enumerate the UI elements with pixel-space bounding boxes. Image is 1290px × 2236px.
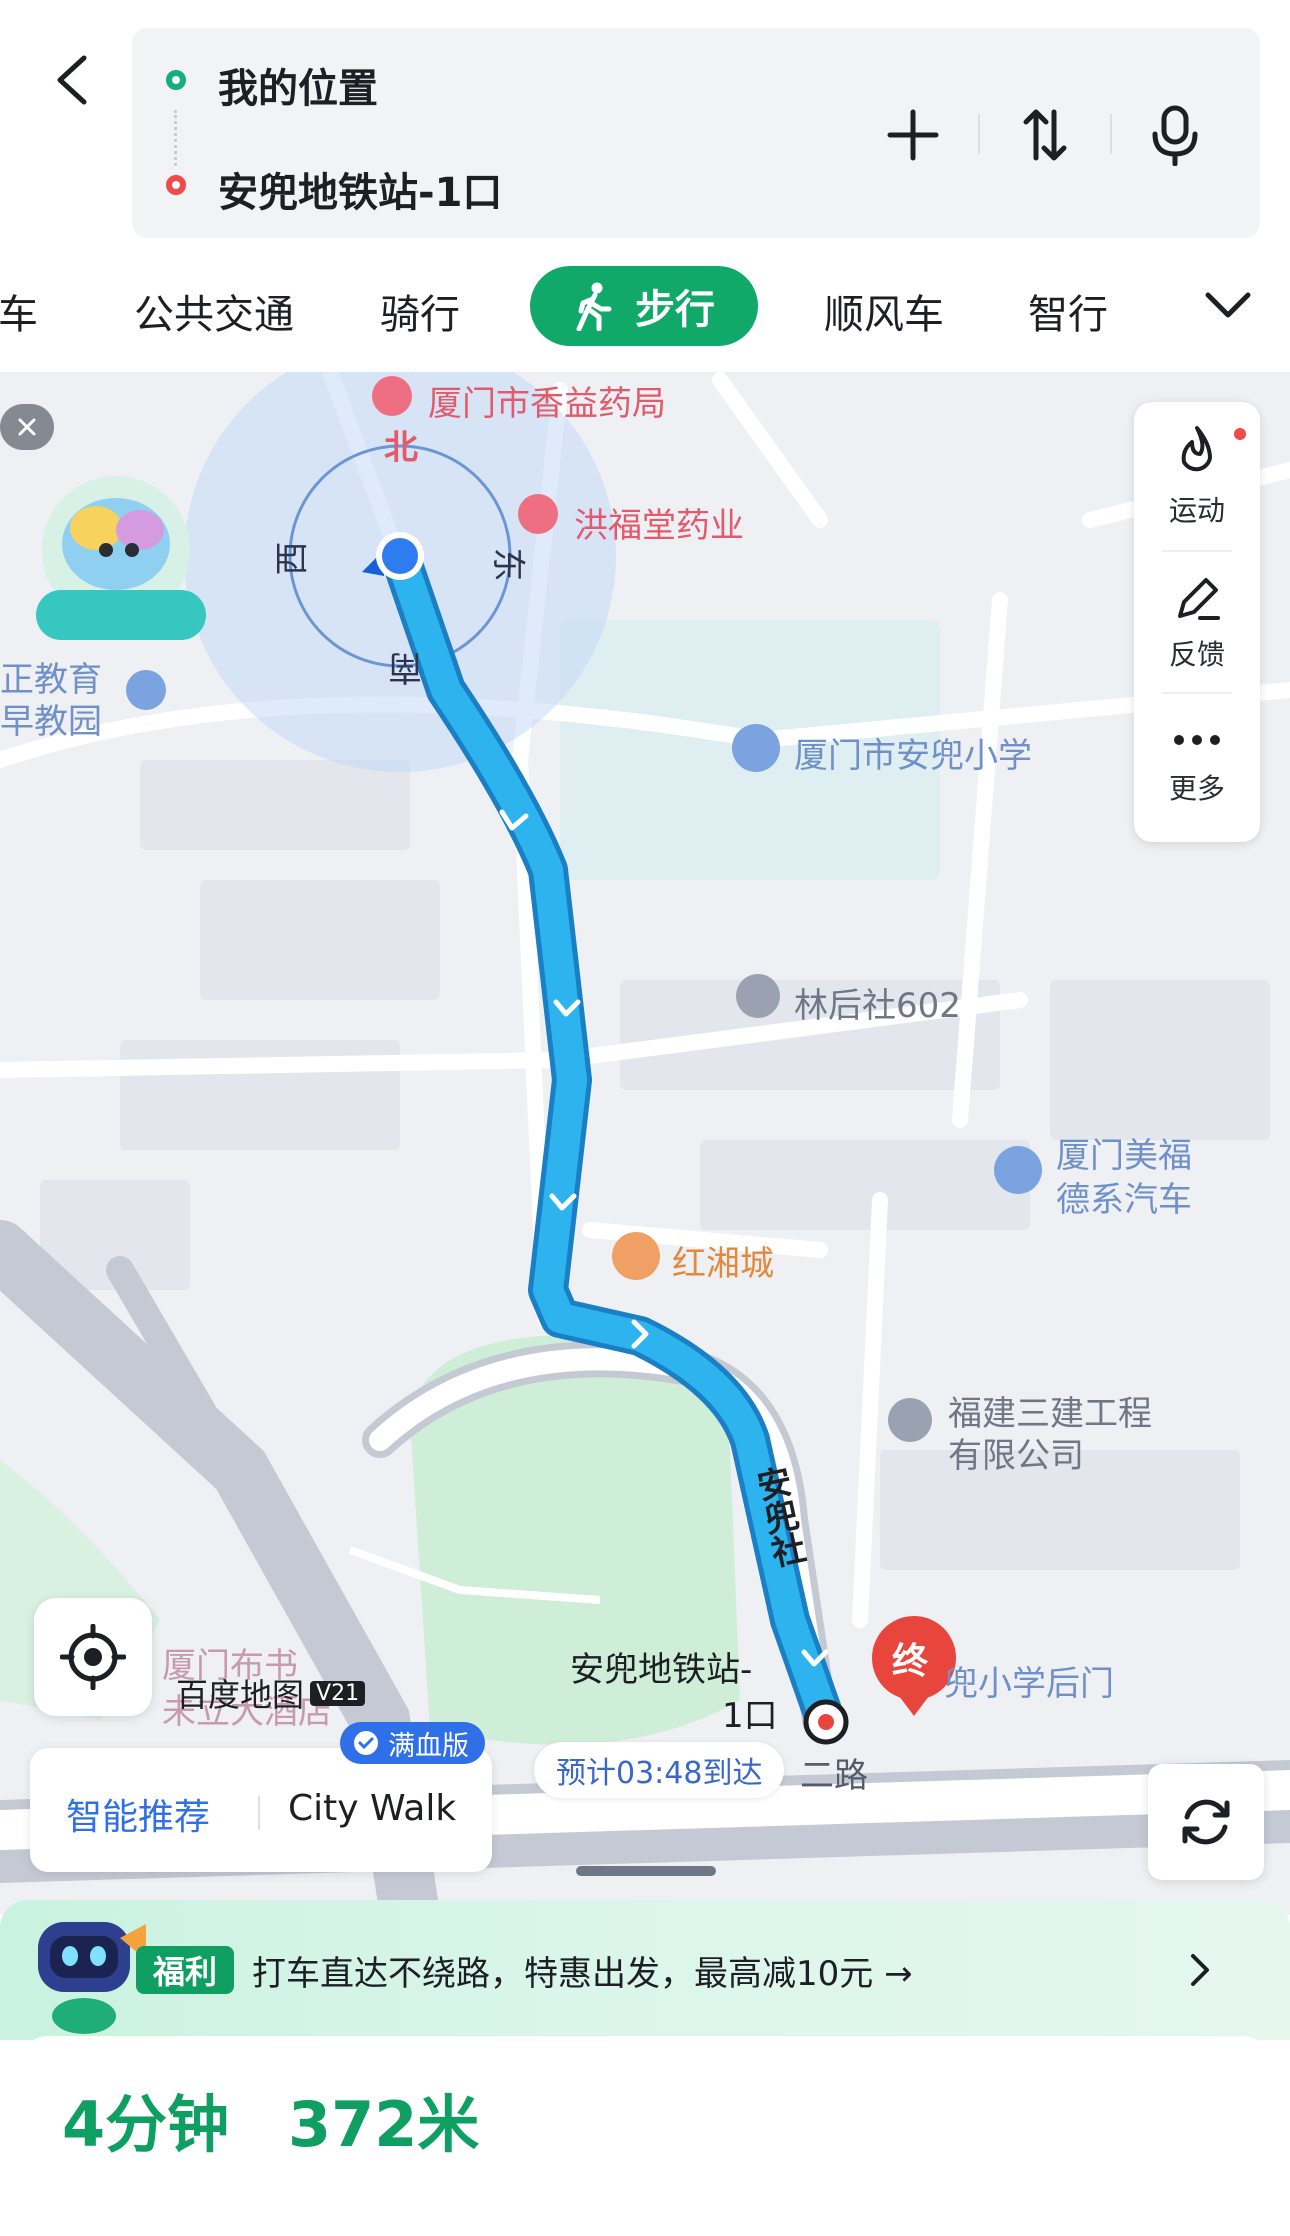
microphone-icon[interactable] bbox=[1140, 100, 1210, 170]
side-toolbar: 运动 反馈 更多 bbox=[1134, 402, 1260, 842]
poi-restaurant[interactable]: 红湘城 bbox=[672, 1236, 774, 1285]
badge-label: 满血版 bbox=[388, 1730, 469, 1762]
road-label: 二路 bbox=[800, 1756, 868, 1796]
poi-pharmacy[interactable]: 洪福堂药业 bbox=[574, 498, 744, 547]
watermark-version: V21 bbox=[310, 1680, 366, 1706]
edit-icon bbox=[1178, 578, 1220, 620]
more-button[interactable]: 更多 bbox=[1134, 720, 1260, 807]
more-label: 更多 bbox=[1168, 772, 1225, 805]
mascot-avatar[interactable] bbox=[36, 466, 206, 642]
walk-time: 4分钟 bbox=[62, 2088, 230, 2161]
poi-car-dealer[interactable]: 德系汽车 bbox=[1056, 1172, 1192, 1221]
destination-field[interactable]: 安兜地铁站-1口 bbox=[218, 160, 502, 218]
chevron-down-icon[interactable] bbox=[1204, 290, 1252, 324]
divider bbox=[258, 1796, 260, 1830]
watermark-text: 百度地图 bbox=[176, 1676, 305, 1714]
map-watermark: 百度地图 V21 bbox=[176, 1670, 366, 1716]
tab-smart[interactable]: 智行 bbox=[1028, 282, 1108, 340]
poi-school[interactable]: 厦门市安兜小学 bbox=[794, 728, 1032, 777]
more-icon bbox=[1174, 735, 1220, 745]
compass-east: 东 bbox=[487, 547, 528, 582]
swap-icon[interactable] bbox=[1010, 100, 1080, 170]
sport-label: 运动 bbox=[1168, 494, 1225, 527]
poi-back-gate[interactable]: 兜小学后门 bbox=[944, 1656, 1114, 1705]
locate-icon bbox=[60, 1624, 126, 1690]
tab-walk[interactable]: 步行 bbox=[530, 266, 758, 346]
plus-icon[interactable] bbox=[878, 100, 948, 170]
origin-field[interactable]: 我的位置 bbox=[218, 56, 378, 114]
drag-handle[interactable] bbox=[576, 1866, 716, 1876]
compass-north: 北 bbox=[384, 428, 418, 468]
robot-icon bbox=[28, 1908, 148, 2036]
feedback-label: 反馈 bbox=[1168, 638, 1225, 671]
eta-label: 预计03:48到达 bbox=[534, 1742, 785, 1798]
chevron-right-icon[interactable] bbox=[1188, 1952, 1212, 1992]
smart-recommend-option[interactable]: 智能推荐 bbox=[66, 1788, 210, 1840]
close-icon[interactable] bbox=[0, 404, 54, 450]
promo-text[interactable]: 打车直达不绕路，特惠出发，最高减10元 → bbox=[252, 1946, 913, 1995]
flame-icon bbox=[1181, 426, 1212, 472]
refresh-icon bbox=[1182, 1799, 1230, 1845]
tab-drive[interactable]: 驾车 bbox=[0, 282, 38, 340]
destination-dot-icon bbox=[166, 175, 186, 195]
poi-kindergarten[interactable]: 早教园 bbox=[0, 694, 102, 743]
divider bbox=[978, 114, 980, 154]
feedback-button[interactable]: 反馈 bbox=[1134, 572, 1260, 673]
promo-tag: 福利 bbox=[136, 1946, 234, 1994]
tab-carpool[interactable]: 顺风车 bbox=[824, 282, 944, 340]
origin-dot-icon bbox=[166, 70, 186, 90]
poi-company[interactable]: 有限公司 bbox=[948, 1428, 1084, 1477]
route-connector bbox=[174, 110, 181, 166]
compass-west: 西 bbox=[272, 541, 313, 576]
divider bbox=[1110, 114, 1112, 154]
walk-distance: 372米 bbox=[288, 2088, 480, 2161]
back-arrow-icon[interactable] bbox=[44, 50, 104, 110]
citywalk-option[interactable]: City Walk bbox=[288, 1788, 456, 1829]
route-preference-card: 智能推荐 City Walk bbox=[30, 1748, 492, 1872]
walking-icon bbox=[576, 282, 612, 331]
full-version-badge: 满血版 bbox=[340, 1722, 485, 1764]
compass-south: 南 bbox=[388, 647, 422, 687]
poi-community[interactable]: 林后社602 bbox=[794, 978, 961, 1027]
poi-metro[interactable]: 安兜地铁站- bbox=[570, 1642, 752, 1691]
poi-metro[interactable]: 1口 bbox=[722, 1688, 778, 1737]
tab-transit[interactable]: 公共交通 bbox=[134, 282, 294, 340]
locate-button[interactable] bbox=[34, 1598, 152, 1716]
tab-bike[interactable]: 骑行 bbox=[380, 282, 460, 340]
poi-car-dealer[interactable]: 厦门美福 bbox=[1056, 1128, 1192, 1177]
notification-dot bbox=[1234, 428, 1246, 440]
poi-pharmacy[interactable]: 厦门市香益药局 bbox=[428, 376, 666, 425]
badge-icon bbox=[354, 1731, 378, 1755]
refresh-button[interactable] bbox=[1148, 1764, 1264, 1880]
end-marker[interactable]: 终 bbox=[892, 1632, 928, 1684]
tab-walk-label: 步行 bbox=[635, 287, 715, 333]
